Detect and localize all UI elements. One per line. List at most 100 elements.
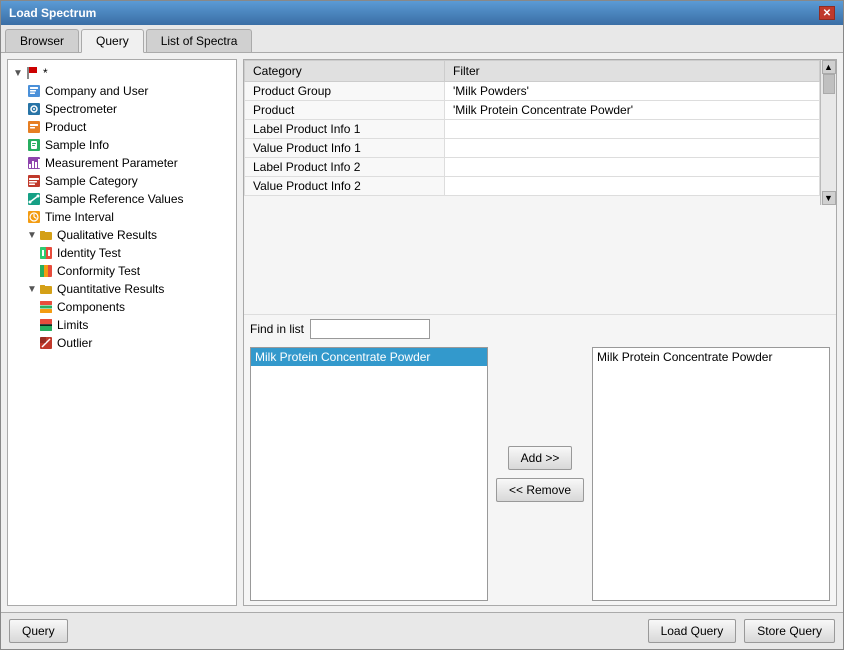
limits-label: Limits — [57, 318, 88, 332]
sidebar-item-components[interactable]: Components — [10, 298, 234, 316]
window-title: Load Spectrum — [9, 6, 96, 20]
company-label: Company and User — [45, 84, 148, 98]
filter-label-info2 — [445, 158, 820, 177]
qualitative-expand-icon: ▼ — [26, 229, 38, 241]
add-button[interactable]: Add >> — [508, 446, 573, 470]
table-row: Label Product Info 1 — [245, 120, 836, 139]
sidebar-item-measurement[interactable]: Measurement Parameter — [10, 154, 234, 172]
remove-button[interactable]: << Remove — [496, 478, 584, 502]
filter-label-info1 — [445, 120, 820, 139]
load-query-button[interactable]: Load Query — [648, 619, 737, 643]
available-list[interactable]: Milk Protein Concentrate Powder — [250, 347, 488, 601]
col-header-category: Category — [245, 61, 445, 82]
find-row: Find in list — [244, 314, 836, 343]
find-label: Find in list — [250, 322, 304, 336]
list-item[interactable]: Milk Protein Concentrate Powder — [593, 348, 829, 366]
sidebar-item-reference[interactable]: Sample Reference Values — [10, 190, 234, 208]
flag-icon — [24, 65, 40, 81]
limits-icon — [38, 317, 54, 333]
category-label: Sample Category — [45, 174, 138, 188]
find-input[interactable] — [310, 319, 430, 339]
reference-icon — [26, 191, 42, 207]
user-icon — [26, 83, 42, 99]
footer-left: Query — [9, 619, 68, 643]
time-icon — [26, 209, 42, 225]
filter-value-info1 — [445, 139, 820, 158]
quantitative-label: Quantitative Results — [57, 282, 164, 296]
sample-info-label: Sample Info — [45, 138, 109, 152]
components-label: Components — [57, 300, 125, 314]
category-product: Product — [245, 101, 445, 120]
table-row: Value Product Info 2 — [245, 177, 836, 196]
outlier-icon — [38, 335, 54, 351]
list-item[interactable]: Milk Protein Concentrate Powder — [251, 348, 487, 366]
sidebar-item-qualitative[interactable]: ▼ Qualitative Results — [10, 226, 234, 244]
footer-right: Load Query Store Query — [648, 619, 835, 643]
quantitative-expand-icon: ▼ — [26, 283, 38, 295]
table-row: Product 'Milk Protein Concentrate Powder… — [245, 101, 836, 120]
spectrometer-icon — [26, 101, 42, 117]
product-icon — [26, 119, 42, 135]
sidebar-item-product[interactable]: Product — [10, 118, 234, 136]
sidebar-item-identity[interactable]: Identity Test — [10, 244, 234, 262]
filter-product-group: 'Milk Powders' — [445, 82, 820, 101]
spectrometer-label: Spectrometer — [45, 102, 117, 116]
lists-area: Milk Protein Concentrate Powder Add >> <… — [244, 343, 836, 605]
table-row: Product Group 'Milk Powders' — [245, 82, 836, 101]
conformity-label: Conformity Test — [57, 264, 140, 278]
qualitative-folder-icon — [38, 227, 54, 243]
tab-browser[interactable]: Browser — [5, 29, 79, 52]
main-panel: Category Filter Product Group 'Milk Powd… — [243, 59, 837, 606]
filter-value-info2 — [445, 177, 820, 196]
selected-list[interactable]: Milk Protein Concentrate Powder — [592, 347, 830, 601]
category-filter-table: Category Filter Product Group 'Milk Powd… — [244, 60, 836, 196]
col-header-filter: Filter — [445, 61, 820, 82]
tab-bar: Browser Query List of Spectra — [1, 25, 843, 53]
expand-icon: ▼ — [12, 67, 24, 79]
sample-icon — [26, 137, 42, 153]
outlier-label: Outlier — [57, 336, 92, 350]
sidebar-item-company[interactable]: Company and User — [10, 82, 234, 100]
category-icon — [26, 173, 42, 189]
sidebar-item-sample-info[interactable]: Sample Info — [10, 136, 234, 154]
category-product-group: Product Group — [245, 82, 445, 101]
tab-list-of-spectra[interactable]: List of Spectra — [146, 29, 253, 52]
sidebar-item-limits[interactable]: Limits — [10, 316, 234, 334]
main-window: Load Spectrum ✕ Browser Query List of Sp… — [0, 0, 844, 650]
quantitative-folder-icon — [38, 281, 54, 297]
sidebar-item-outlier[interactable]: Outlier — [10, 334, 234, 352]
store-query-button[interactable]: Store Query — [744, 619, 835, 643]
category-label-info1: Label Product Info 1 — [245, 120, 445, 139]
identity-icon — [38, 245, 54, 261]
sidebar-item-spectrometer[interactable]: Spectrometer — [10, 100, 234, 118]
filter-table-scroll[interactable]: Category Filter Product Group 'Milk Powd… — [244, 60, 836, 205]
tree-root-label: * — [43, 66, 48, 80]
conformity-icon — [38, 263, 54, 279]
sidebar-item-quantitative[interactable]: ▼ Quantitative Results — [10, 280, 234, 298]
tab-query[interactable]: Query — [81, 29, 144, 53]
titlebar: Load Spectrum ✕ — [1, 1, 843, 25]
reference-label: Sample Reference Values — [45, 192, 184, 206]
tree-root[interactable]: ▼ * — [10, 64, 234, 82]
measurement-label: Measurement Parameter — [45, 156, 178, 170]
sidebar-item-conformity[interactable]: Conformity Test — [10, 262, 234, 280]
qualitative-label: Qualitative Results — [57, 228, 157, 242]
table-row: Label Product Info 2 — [245, 158, 836, 177]
content-area: ▼ * — [1, 53, 843, 612]
category-value-info1: Value Product Info 1 — [245, 139, 445, 158]
query-button[interactable]: Query — [9, 619, 68, 643]
close-button[interactable]: ✕ — [819, 6, 835, 20]
components-icon — [38, 299, 54, 315]
category-label-info2: Label Product Info 2 — [245, 158, 445, 177]
product-label: Product — [45, 120, 86, 134]
measurement-icon — [26, 155, 42, 171]
sidebar-item-category[interactable]: Sample Category — [10, 172, 234, 190]
sidebar-item-time[interactable]: Time Interval — [10, 208, 234, 226]
list-buttons: Add >> << Remove — [488, 347, 592, 601]
time-label: Time Interval — [45, 210, 114, 224]
filter-product: 'Milk Protein Concentrate Powder' — [445, 101, 820, 120]
category-value-info2: Value Product Info 2 — [245, 177, 445, 196]
tree-sidebar: ▼ * — [7, 59, 237, 606]
filter-table-area: Category Filter Product Group 'Milk Powd… — [244, 60, 836, 314]
footer: Query Load Query Store Query — [1, 612, 843, 649]
